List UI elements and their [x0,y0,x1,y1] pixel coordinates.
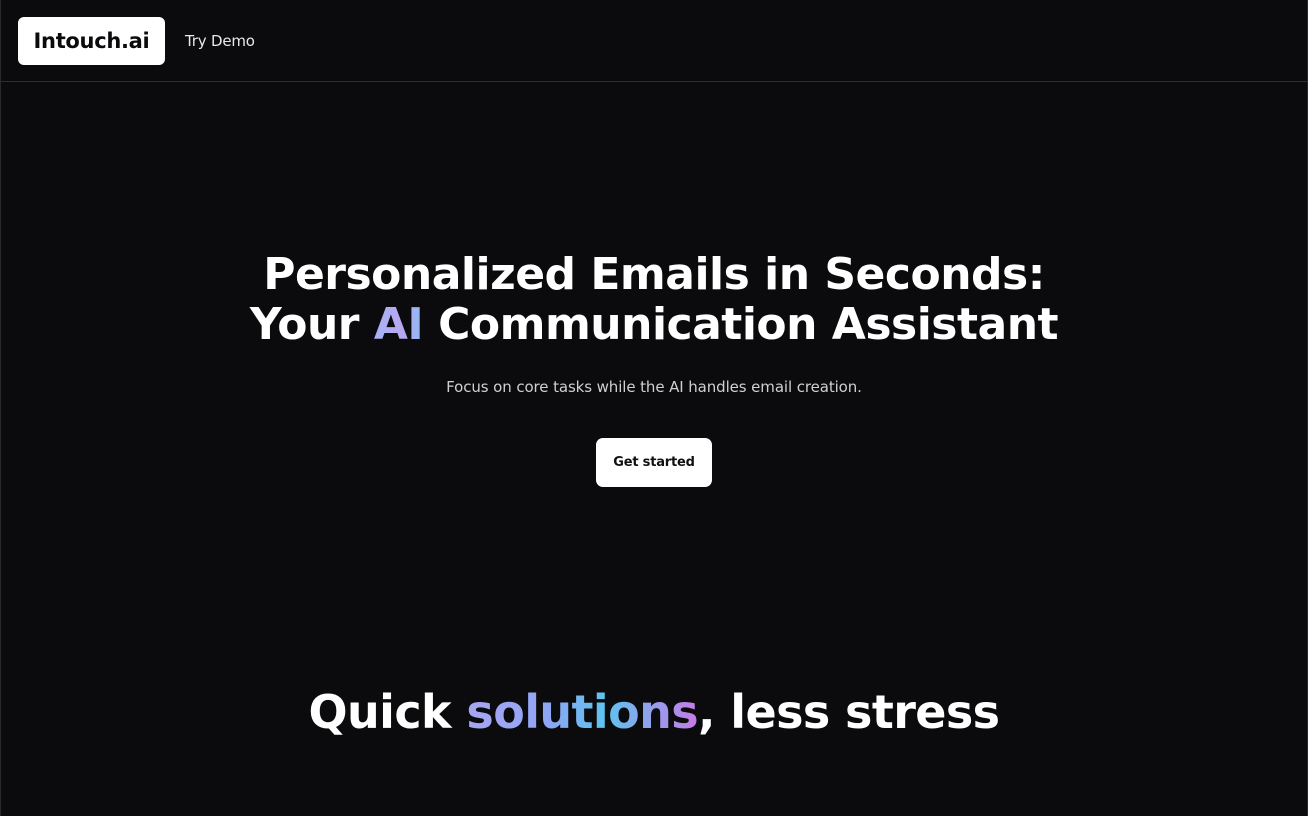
headline-line-2-suffix: Communication Assistant [423,299,1059,350]
nav-link-try-demo[interactable]: Try Demo [185,32,255,50]
section-title-prefix: Quick [308,685,467,739]
section-title: Quick solutions, less stress [1,684,1307,740]
hero-headline: Personalized Emails in Seconds: Your AI … [1,250,1307,350]
headline-line-1: Personalized Emails in Seconds: [263,249,1045,300]
headline-ai-highlight: AI [373,299,424,350]
hero-section: Personalized Emails in Seconds: Your AI … [1,250,1307,487]
hero-subtitle: Focus on core tasks while the AI handles… [446,378,862,396]
section-title-highlight: solutions [466,685,699,739]
page: Intouch.ai Try Demo Personalized Emails … [0,0,1308,816]
section-title-suffix: , less stress [698,685,1000,739]
get-started-button[interactable]: Get started [596,438,712,487]
logo-link[interactable]: Intouch.ai [18,16,165,65]
headline-line-2-prefix: Your [249,299,374,350]
navbar: Intouch.ai Try Demo [1,0,1307,82]
